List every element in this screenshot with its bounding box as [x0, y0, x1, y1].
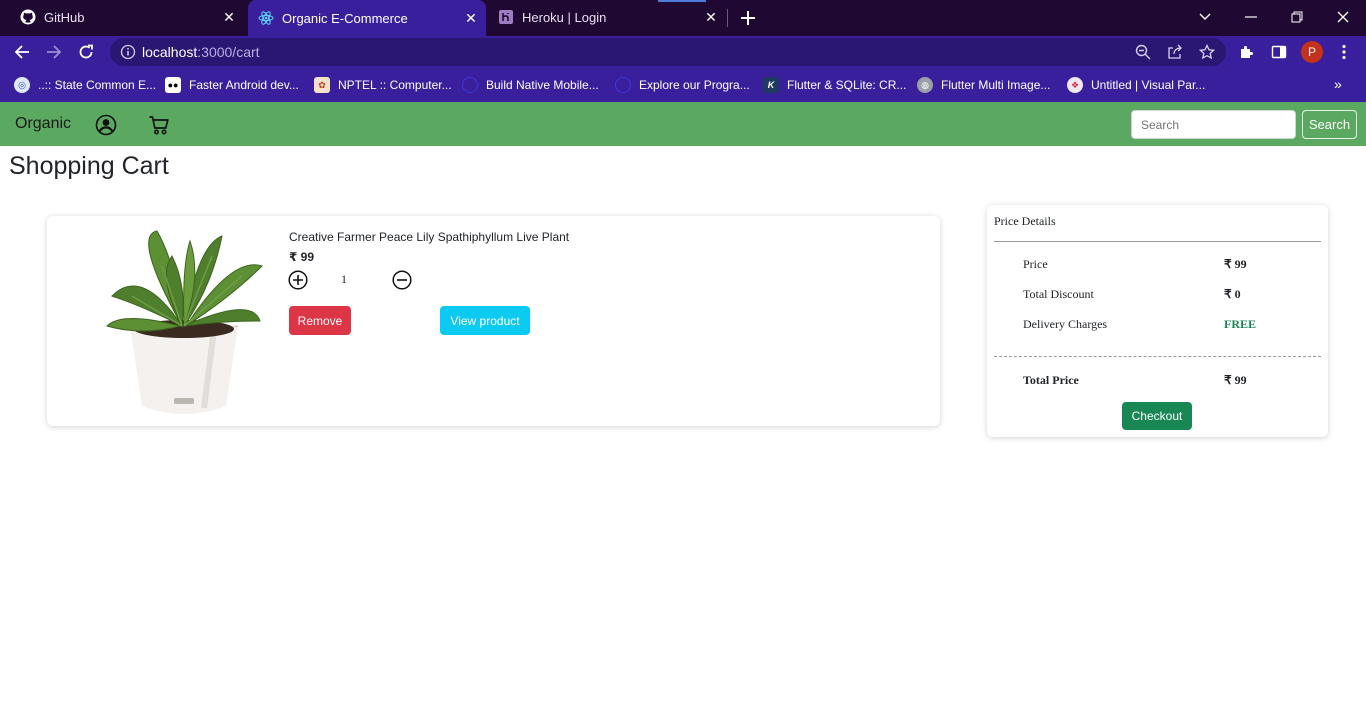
tab-title: GitHub: [44, 9, 85, 25]
globe-icon: ◍: [917, 77, 933, 93]
tab-separator: [727, 9, 728, 27]
dashed-divider: [994, 356, 1321, 357]
bookmark-label: NPTEL :: Computer...: [338, 78, 452, 92]
zoom-icon[interactable]: [1134, 43, 1152, 61]
total-label: Total Price: [1023, 373, 1079, 387]
kebab-menu-icon[interactable]: [1334, 42, 1354, 62]
delivery-value: FREE: [1224, 317, 1257, 331]
medium-icon: ●●: [165, 77, 181, 93]
star-bookmark-icon[interactable]: [1198, 43, 1216, 61]
extensions-puzzle-icon[interactable]: [1237, 42, 1257, 62]
minus-circle-icon[interactable]: [392, 270, 412, 290]
bookmarks-bar: ◎ ..:: State Common E... ●● Faster Andro…: [0, 68, 1366, 102]
tab-github[interactable]: GitHub ✕: [0, 0, 246, 34]
browser-toolbar: localhost:3000/cart P: [0, 36, 1366, 68]
url-text: localhost:3000/cart: [142, 44, 260, 60]
divider: [994, 241, 1321, 242]
checkout-button[interactable]: Checkout: [1122, 402, 1192, 430]
bookmark-label: Build Native Mobile...: [486, 78, 599, 92]
minimize-icon[interactable]: [1236, 4, 1266, 30]
total-value: ₹ 99: [1224, 373, 1247, 387]
chevron-right-more-icon[interactable]: »: [1334, 76, 1342, 92]
tab-heroku-login[interactable]: Heroku | Login ✕: [488, 0, 726, 34]
bookmark-label: Flutter & SQLite: CR...: [787, 78, 907, 92]
app-navbar: Organic Search: [0, 102, 1366, 146]
github-icon: [20, 9, 36, 25]
url-path: :3000/cart: [197, 44, 260, 60]
new-tab-plus-icon[interactable]: [736, 6, 760, 30]
bookmark-item[interactable]: ❖ Untitled | Visual Par...: [1067, 76, 1205, 94]
page-title: Shopping Cart: [9, 152, 169, 180]
visual-paradigm-icon: ❖: [1067, 77, 1083, 93]
globe-icon: ◎: [14, 77, 30, 93]
bookmark-item[interactable]: K Flutter & SQLite: CR...: [763, 76, 906, 94]
back-arrow-icon[interactable]: [10, 40, 34, 64]
view-product-button[interactable]: View product: [440, 306, 530, 335]
bookmark-icon: [462, 77, 478, 93]
tab-organic-ecommerce[interactable]: Organic E-Commerce ✕: [248, 0, 486, 36]
restore-icon[interactable]: [1282, 4, 1312, 30]
url-host: localhost: [142, 44, 198, 60]
price-details-card: Price Details Price ₹ 99 Total Discount …: [987, 205, 1328, 437]
reload-icon[interactable]: [74, 40, 98, 64]
tab-title: Organic E-Commerce: [282, 10, 408, 26]
search-input[interactable]: [1131, 110, 1296, 139]
price-value: ₹ 99: [1224, 257, 1247, 271]
bookmark-label: Faster Android dev...: [189, 78, 299, 92]
bookmark-item[interactable]: Explore our Progra...: [615, 76, 750, 94]
bookmark-item[interactable]: ✿ NPTEL :: Computer...: [314, 76, 452, 94]
bookmark-icon: [615, 77, 631, 93]
cart-icon[interactable]: [148, 114, 170, 136]
bookmark-label: Flutter Multi Image...: [941, 78, 1051, 92]
share-icon[interactable]: [1166, 43, 1184, 61]
tab-search-chevron-icon[interactable]: [1190, 4, 1220, 30]
close-icon[interactable]: ✕: [220, 8, 238, 26]
delivery-label: Delivery Charges: [1023, 317, 1108, 331]
site-info-icon[interactable]: [120, 44, 136, 60]
plus-circle-icon[interactable]: [288, 270, 308, 290]
heroku-icon: [498, 9, 514, 25]
product-price: ₹ 99: [289, 250, 315, 264]
address-bar[interactable]: localhost:3000/cart: [110, 38, 1226, 66]
price-label: Price: [1023, 257, 1048, 271]
bookmark-item[interactable]: ◍ Flutter Multi Image...: [917, 76, 1050, 94]
side-panel-icon[interactable]: [1269, 42, 1289, 62]
forward-arrow-icon[interactable]: [42, 40, 66, 64]
bookmark-item[interactable]: ◎ ..:: State Common E...: [14, 76, 156, 94]
bookmark-label: Untitled | Visual Par...: [1091, 78, 1206, 92]
tab-loading-indicator: [658, 0, 706, 2]
discount-value: ₹ 0: [1224, 287, 1241, 301]
discount-label: Total Discount: [1023, 287, 1094, 301]
react-icon: [258, 10, 274, 26]
bookmark-label: Explore our Progra...: [639, 78, 750, 92]
window-close-icon[interactable]: [1328, 4, 1358, 30]
browser-tab-strip: GitHub ✕ Organic E-Commerce ✕ Heroku | L…: [0, 0, 1366, 36]
cart-item-card: Creative Farmer Peace Lily Spathiphyllum…: [47, 216, 940, 426]
close-icon[interactable]: ✕: [462, 9, 480, 27]
nptel-icon: ✿: [314, 77, 330, 93]
product-name[interactable]: Creative Farmer Peace Lily Spathiphyllum…: [289, 230, 569, 244]
tab-title: Heroku | Login: [522, 9, 607, 25]
bookmark-label: ..:: State Common E...: [38, 78, 157, 92]
bookmark-item[interactable]: Build Native Mobile...: [462, 76, 599, 94]
remove-button[interactable]: Remove: [289, 306, 351, 335]
quantity-value: 1: [341, 272, 347, 286]
brand-link[interactable]: Organic: [15, 115, 71, 133]
bookmark-item[interactable]: ●● Faster Android dev...: [165, 76, 299, 94]
k-icon: K: [763, 77, 779, 93]
price-details-title: Price Details: [994, 214, 1056, 228]
profile-avatar[interactable]: P: [1301, 41, 1323, 63]
product-image[interactable]: [102, 226, 267, 421]
user-account-icon[interactable]: [95, 114, 117, 136]
close-icon[interactable]: ✕: [702, 8, 720, 26]
search-button[interactable]: Search: [1302, 110, 1357, 139]
